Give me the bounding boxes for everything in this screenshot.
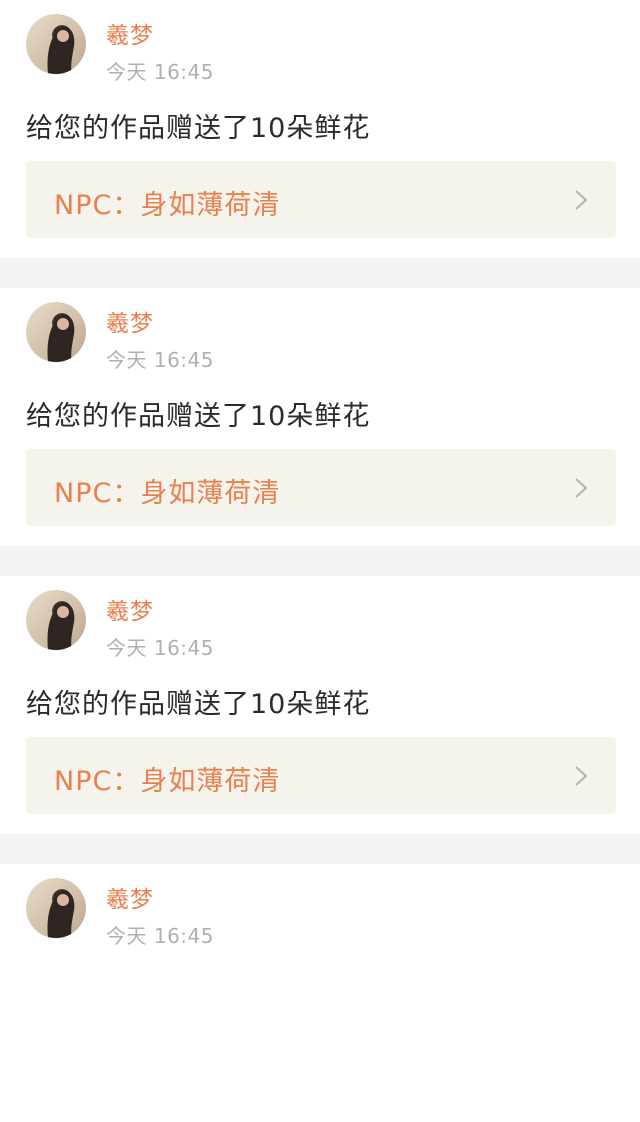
- avatar[interactable]: [26, 590, 86, 650]
- notification-feed: 羲梦 今天 16:45 给您的作品赠送了10朵鲜花 NPC：身如薄荷清 羲梦 今…: [0, 0, 640, 1122]
- notification-message: 给您的作品赠送了10朵鲜花: [26, 689, 371, 720]
- username[interactable]: 羲梦: [106, 304, 154, 338]
- work-link-label: NPC：身如薄荷清: [54, 766, 281, 797]
- timestamp: 今天 16:45: [106, 60, 214, 84]
- avatar[interactable]: [26, 878, 86, 938]
- chevron-right-icon: [575, 190, 588, 210]
- avatar[interactable]: [26, 302, 86, 362]
- notification-message: 给您的作品赠送了10朵鲜花: [26, 401, 371, 432]
- chevron-right-icon: [575, 766, 588, 786]
- notification-card: 羲梦 今天 16:45: [0, 864, 640, 1122]
- username[interactable]: 羲梦: [106, 16, 154, 50]
- notification-card: 羲梦 今天 16:45 给您的作品赠送了10朵鲜花 NPC：身如薄荷清: [0, 288, 640, 546]
- username[interactable]: 羲梦: [106, 880, 154, 914]
- chevron-right-icon: [575, 478, 588, 498]
- work-link[interactable]: NPC：身如薄荷清: [26, 449, 616, 526]
- work-link[interactable]: NPC：身如薄荷清: [26, 737, 616, 814]
- timestamp: 今天 16:45: [106, 924, 214, 948]
- username[interactable]: 羲梦: [106, 592, 154, 626]
- work-link[interactable]: NPC：身如薄荷清: [26, 161, 616, 238]
- notification-message: 给您的作品赠送了10朵鲜花: [26, 113, 371, 144]
- timestamp: 今天 16:45: [106, 348, 214, 372]
- work-link-label: NPC：身如薄荷清: [54, 190, 281, 221]
- notification-card: 羲梦 今天 16:45 给您的作品赠送了10朵鲜花 NPC：身如薄荷清: [0, 0, 640, 258]
- avatar[interactable]: [26, 14, 86, 74]
- timestamp: 今天 16:45: [106, 636, 214, 660]
- notification-card: 羲梦 今天 16:45 给您的作品赠送了10朵鲜花 NPC：身如薄荷清: [0, 576, 640, 834]
- work-link-label: NPC：身如薄荷清: [54, 478, 281, 509]
